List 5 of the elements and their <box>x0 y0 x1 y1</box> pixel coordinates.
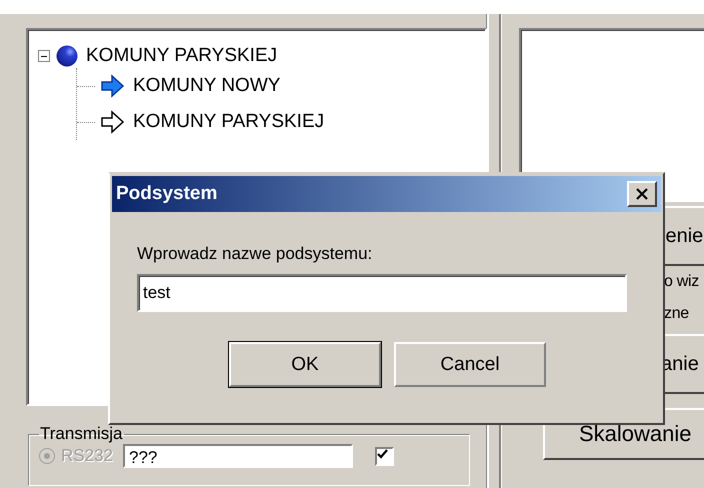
dialog-title: Podsystem <box>116 183 218 205</box>
panel-label: o wiz <box>663 272 700 292</box>
panel-label: zne <box>663 304 690 324</box>
prompt-text: Wprowadz nazwe podsystemu: <box>137 244 374 264</box>
group-title: Transmisja <box>39 424 124 444</box>
